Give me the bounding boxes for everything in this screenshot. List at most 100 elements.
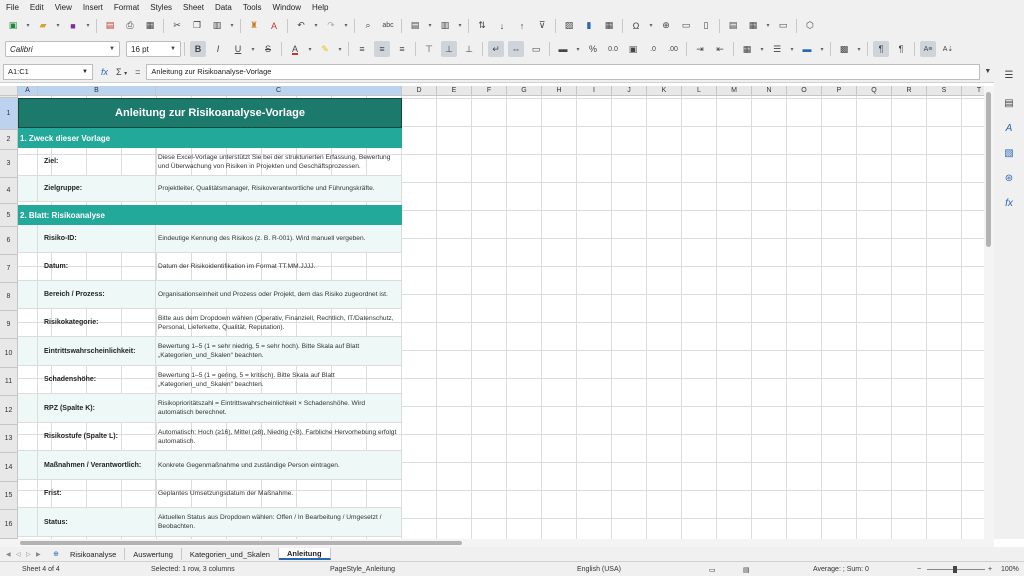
autofilter-icon[interactable]: ⊽: [534, 18, 550, 34]
column-header[interactable]: J: [612, 86, 647, 96]
row-description[interactable]: Bewertung 1–5 (1 = gering, 5 = kritisch)…: [156, 366, 402, 394]
row-header[interactable]: 7: [0, 255, 18, 283]
headers-footers-icon[interactable]: ▯: [698, 18, 714, 34]
font-size-combobox[interactable]: 16 pt ▼: [126, 41, 181, 57]
section-heading-sheet[interactable]: 2. Blatt: Risikoanalyse: [18, 205, 402, 225]
row-label[interactable]: Schadenshöhe:: [38, 366, 156, 394]
table-row[interactable]: Maßnahmen / Verantwortlich: Konkrete Geg…: [18, 451, 402, 480]
align-top-icon[interactable]: ⊤: [421, 41, 437, 57]
column-header[interactable]: C: [156, 86, 402, 96]
bold-icon[interactable]: B: [190, 41, 206, 57]
text-direction-horizontal-icon[interactable]: A≡: [920, 41, 936, 57]
insert-image-icon[interactable]: ▨: [561, 18, 577, 34]
left-to-right-icon[interactable]: ¶: [873, 41, 889, 57]
copy-icon[interactable]: ❐: [189, 18, 205, 34]
open-dropdown-arrow-icon[interactable]: ▾: [54, 18, 62, 34]
row-label[interactable]: Zielgruppe:: [38, 176, 156, 202]
row-description[interactable]: Konkrete Gegenmaßnahme und zuständige Pe…: [156, 451, 402, 480]
conditional-dropdown-arrow-icon[interactable]: ▾: [855, 41, 863, 57]
sum-summary[interactable]: Average: ; Sum: 0: [813, 566, 869, 573]
column-header[interactable]: F: [472, 86, 507, 96]
row-header[interactable]: 16: [0, 510, 18, 539]
row-label[interactable]: Eintrittswahrscheinlichkeit:: [38, 337, 156, 366]
navigator-icon[interactable]: ⊛: [1001, 170, 1017, 186]
row-header[interactable]: 8: [0, 283, 18, 311]
define-print-area-icon[interactable]: ▤: [725, 18, 741, 34]
first-sheet-icon[interactable]: ◀: [6, 551, 14, 558]
align-left-icon[interactable]: ≡: [354, 41, 370, 57]
formula-input[interactable]: Anleitung zur Risikoanalyse-Vorlage: [146, 63, 981, 80]
select-all-corner[interactable]: [0, 86, 18, 96]
column-header[interactable]: H: [542, 86, 577, 96]
cell-a[interactable]: [18, 148, 38, 176]
new-dropdown-arrow-icon[interactable]: ▾: [24, 18, 32, 34]
column-icon[interactable]: ▥: [437, 18, 453, 34]
cell-a[interactable]: [18, 176, 38, 202]
export-pdf-icon[interactable]: ▤: [102, 18, 118, 34]
styles-icon[interactable]: A: [1001, 120, 1017, 136]
vertical-scrollbar[interactable]: [984, 86, 994, 539]
strikethrough-icon[interactable]: S: [260, 41, 276, 57]
row-header[interactable]: 11: [0, 368, 18, 396]
increase-indent-icon[interactable]: ⇥: [692, 41, 708, 57]
special-character-dropdown-arrow-icon[interactable]: ▾: [647, 18, 655, 34]
column-header[interactable]: M: [717, 86, 752, 96]
row-header[interactable]: 10: [0, 339, 18, 368]
row-label[interactable]: Maßnahmen / Verantwortlich:: [38, 451, 156, 480]
font-color-dropdown-arrow-icon[interactable]: ▾: [306, 41, 314, 57]
horizontal-scrollbar[interactable]: [0, 539, 994, 547]
column-header[interactable]: G: [507, 86, 542, 96]
row-header[interactable]: 9: [0, 311, 18, 339]
column-header[interactable]: K: [647, 86, 682, 96]
right-to-left-icon[interactable]: ¶: [893, 41, 909, 57]
sort-icon[interactable]: ⇅: [474, 18, 490, 34]
underline-dropdown-arrow-icon[interactable]: ▾: [249, 41, 257, 57]
horizontal-scroll-thumb[interactable]: [20, 541, 462, 545]
save-dropdown-arrow-icon[interactable]: ▾: [84, 18, 92, 34]
date-format-icon[interactable]: ▣: [625, 41, 641, 57]
row-description[interactable]: Bewertung 1–5 (1 = sehr niedrig, 5 = seh…: [156, 337, 402, 366]
delete-decimal-icon[interactable]: .00: [665, 41, 681, 57]
align-right-icon[interactable]: ≡: [394, 41, 410, 57]
hyperlink-icon[interactable]: ⊕: [658, 18, 674, 34]
find-replace-icon[interactable]: ⌕: [360, 18, 376, 34]
text-direction-vertical-icon[interactable]: A⇣: [940, 41, 956, 57]
border-style-icon[interactable]: ☰: [769, 41, 785, 57]
row-dropdown-arrow-icon[interactable]: ▾: [426, 18, 434, 34]
cell-a[interactable]: [18, 423, 38, 451]
formula-equals-icon[interactable]: =: [135, 67, 140, 77]
tab-risikoanalyse[interactable]: Risikoanalyse: [62, 548, 126, 560]
font-color-icon[interactable]: A: [287, 41, 303, 57]
functions-icon[interactable]: fx: [1001, 195, 1017, 211]
add-decimal-icon[interactable]: .0: [645, 41, 661, 57]
menu-insert[interactable]: Insert: [83, 3, 103, 12]
border-color-icon[interactable]: ▬: [799, 41, 815, 57]
menu-styles[interactable]: Styles: [150, 3, 172, 12]
sheet-title-cell[interactable]: Anleitung zur Risikoanalyse-Vorlage: [18, 98, 402, 128]
chevron-down-icon[interactable]: ▼: [109, 46, 115, 52]
border-style-dropdown-arrow-icon[interactable]: ▾: [788, 41, 796, 57]
next-sheet-icon[interactable]: ▷: [26, 551, 34, 558]
menu-sheet[interactable]: Sheet: [183, 3, 204, 12]
spelling-icon[interactable]: abc: [380, 18, 396, 34]
sidebar-menu-icon[interactable]: ☰: [1001, 67, 1017, 83]
menu-edit[interactable]: Edit: [30, 3, 44, 12]
cell-a[interactable]: [18, 508, 38, 537]
section-heading-purpose[interactable]: 1. Zweck dieser Vorlage: [18, 128, 402, 148]
table-row[interactable]: Bereich / Prozess: Organisationseinheit …: [18, 281, 402, 309]
column-header[interactable]: N: [752, 86, 787, 96]
page-style[interactable]: PageStyle_Anleitung: [330, 566, 395, 573]
cell-a[interactable]: [18, 366, 38, 394]
table-row[interactable]: Eintrittswahrscheinlichkeit: Bewertung 1…: [18, 337, 402, 366]
table-row[interactable]: Frist: Geplantes Umsetzungsdatum der Maß…: [18, 480, 402, 508]
column-header[interactable]: E: [437, 86, 472, 96]
save-icon[interactable]: ■: [65, 18, 81, 34]
vertical-scroll-thumb[interactable]: [986, 92, 991, 247]
clear-formatting-icon[interactable]: A: [266, 18, 282, 34]
menu-tools[interactable]: Tools: [243, 3, 262, 12]
row-header[interactable]: 3: [0, 150, 18, 178]
table-row[interactable]: Ziel: Diese Excel-Vorlage unterstützt Si…: [18, 148, 402, 176]
percent-format-icon[interactable]: %: [585, 41, 601, 57]
zoom-level[interactable]: 100%: [1001, 566, 1019, 573]
align-bottom-icon[interactable]: ⊥: [461, 41, 477, 57]
